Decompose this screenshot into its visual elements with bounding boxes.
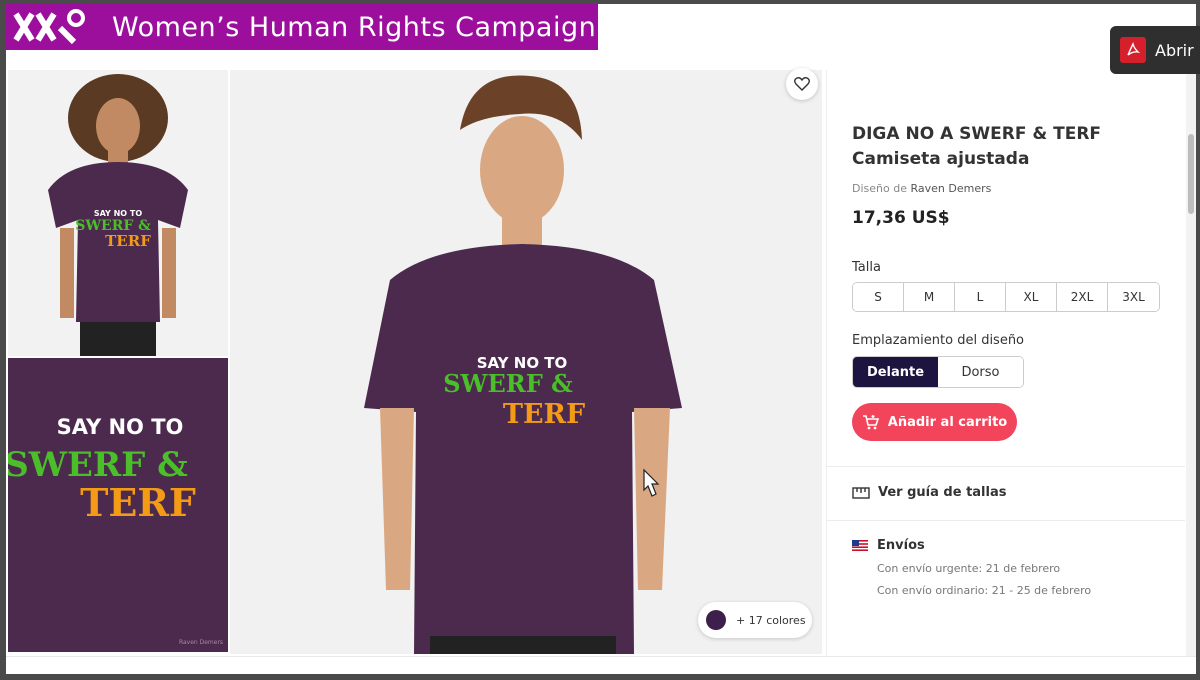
shirt-text-2: SWERF & xyxy=(443,369,573,398)
add-to-cart-button[interactable]: Añadir al carrito xyxy=(852,403,1017,441)
open-pdf-label: Abrir xyxy=(1155,40,1194,60)
main-product-image: SAY NO TO SWERF & TERF xyxy=(230,70,822,654)
placement-label: Emplazamiento del diseño xyxy=(852,333,1025,348)
woman-model-image: SAY NO TO SWERF & TERF xyxy=(8,70,228,356)
color-picker-button[interactable]: + 17 colores xyxy=(698,602,812,638)
placement-option-back[interactable]: Dorso xyxy=(938,357,1023,387)
thumbnail-model-woman[interactable]: SAY NO TO SWERF & TERF xyxy=(8,70,228,356)
campaign-logo xyxy=(13,9,85,45)
artwork-line-3: TERF xyxy=(80,480,196,525)
size-guide-link[interactable]: Ver guía de tallas xyxy=(852,485,1006,500)
us-flag-icon xyxy=(852,540,868,551)
artwork-line-2: SWERF & xyxy=(8,445,188,485)
size-option-2xl[interactable]: 2XL xyxy=(1057,283,1108,311)
product-title-line1: DIGA NO A SWERF & TERF xyxy=(852,124,1102,144)
add-to-cart-label: Añadir al carrito xyxy=(887,414,1008,430)
campaign-banner: Women’s Human Rights Campaign xyxy=(6,4,598,50)
thumbnail-artwork[interactable]: SAY NO TO SWERF & TERF Raven Demers xyxy=(6,358,228,652)
divider xyxy=(827,466,1185,467)
colors-count-label: + 17 colores xyxy=(736,613,806,627)
divider xyxy=(827,520,1185,521)
favorite-button[interactable] xyxy=(786,68,818,100)
designer-link[interactable]: Raven Demers xyxy=(910,182,991,195)
product-title-line2: Camiseta ajustada xyxy=(852,149,1030,169)
man-model-image: SAY NO TO SWERF & TERF xyxy=(230,70,822,654)
designer-prefix: Diseño de xyxy=(852,182,907,195)
artwork-signature: Raven Demers xyxy=(179,639,223,646)
thumb-shirt-text-3: TERF xyxy=(105,232,151,250)
heart-icon xyxy=(794,77,810,91)
open-pdf-button[interactable]: Abrir xyxy=(1110,26,1200,74)
color-swatch xyxy=(706,610,726,630)
size-label: Talla xyxy=(852,260,881,275)
browser-viewport: Women’s Human Rights Campaign SAY NO TO … xyxy=(6,4,1196,674)
artwork-image: SAY NO TO SWERF & TERF Raven Demers xyxy=(6,358,228,652)
product-title: DIGA NO A SWERF & TERF Camiseta ajustada xyxy=(852,122,1152,172)
size-selector: S M L XL 2XL 3XL xyxy=(852,282,1160,312)
artwork-line-1: SAY NO TO xyxy=(57,415,184,439)
campaign-title: Women’s Human Rights Campaign xyxy=(112,11,597,43)
vertical-scrollbar[interactable] xyxy=(1186,74,1196,660)
shipping-label: Envíos xyxy=(877,538,925,553)
designer-credit: Diseño de Raven Demers xyxy=(852,182,991,195)
size-option-3xl[interactable]: 3XL xyxy=(1108,283,1159,311)
shipping-regular: Con envío ordinario: 21 - 25 de febrero xyxy=(877,584,1092,597)
shipping-urgent: Con envío urgente: 21 de febrero xyxy=(877,562,1061,575)
cart-icon xyxy=(862,415,879,430)
pdf-icon xyxy=(1120,37,1146,63)
size-guide-label: Ver guía de tallas xyxy=(878,485,1007,500)
placement-selector: Delante Dorso xyxy=(852,356,1024,388)
shipping-header: Envíos xyxy=(852,538,925,553)
product-price: 17,36 US$ xyxy=(852,208,950,228)
ruler-icon xyxy=(852,486,870,499)
size-option-xl[interactable]: XL xyxy=(1006,283,1057,311)
size-option-s[interactable]: S xyxy=(853,283,904,311)
bottom-strip xyxy=(6,656,1196,674)
shirt-text-3: TERF xyxy=(503,399,585,430)
scrollbar-thumb[interactable] xyxy=(1188,134,1194,214)
product-details-panel: DIGA NO A SWERF & TERF Camiseta ajustada… xyxy=(826,70,1185,660)
size-option-m[interactable]: M xyxy=(904,283,955,311)
thumb-shirt-text-1: SAY NO TO xyxy=(94,209,143,218)
thumbnail-strip: SAY NO TO SWERF & TERF SAY NO TO SWERF &… xyxy=(6,66,228,666)
size-option-l[interactable]: L xyxy=(955,283,1006,311)
placement-option-front[interactable]: Delante xyxy=(853,357,938,387)
